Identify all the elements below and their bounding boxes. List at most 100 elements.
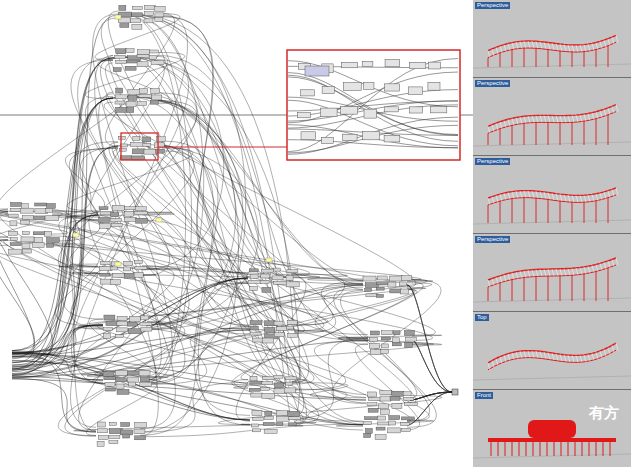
component-node[interactable] bbox=[22, 249, 31, 253]
component-node[interactable] bbox=[253, 417, 264, 420]
component-node[interactable] bbox=[115, 335, 123, 338]
component-node[interactable] bbox=[103, 328, 112, 331]
component-node[interactable] bbox=[249, 287, 257, 291]
viewport-label[interactable]: Top bbox=[475, 314, 489, 321]
component-node[interactable] bbox=[365, 428, 372, 433]
component-node[interactable] bbox=[132, 149, 145, 154]
component-node[interactable] bbox=[105, 388, 115, 391]
component-node[interactable] bbox=[405, 343, 413, 348]
component-node[interactable] bbox=[381, 344, 388, 348]
component-node[interactable] bbox=[152, 95, 162, 100]
component-node[interactable] bbox=[150, 100, 158, 104]
component-node[interactable] bbox=[263, 338, 274, 343]
component-node[interactable] bbox=[403, 392, 411, 396]
component-node[interactable] bbox=[155, 18, 163, 22]
component-node[interactable] bbox=[113, 273, 125, 277]
component-node[interactable] bbox=[381, 337, 390, 340]
component-node[interactable] bbox=[46, 243, 53, 247]
component-node[interactable] bbox=[392, 343, 401, 346]
component-node[interactable] bbox=[376, 427, 385, 430]
component-node[interactable] bbox=[370, 350, 381, 355]
component-node[interactable] bbox=[23, 232, 30, 235]
inset-node[interactable] bbox=[362, 61, 373, 66]
component-node[interactable] bbox=[155, 13, 164, 17]
component-node[interactable] bbox=[263, 377, 275, 380]
component-node[interactable] bbox=[113, 68, 121, 72]
component-node[interactable] bbox=[262, 393, 275, 398]
component-node[interactable] bbox=[393, 331, 400, 335]
component-node[interactable] bbox=[115, 370, 127, 375]
component-node[interactable] bbox=[274, 281, 287, 284]
component-node[interactable] bbox=[376, 287, 384, 290]
component-node[interactable] bbox=[377, 294, 384, 297]
component-node[interactable] bbox=[104, 377, 116, 380]
inset-node[interactable] bbox=[428, 82, 440, 90]
component-node[interactable] bbox=[110, 218, 121, 221]
component-node[interactable] bbox=[404, 330, 414, 335]
component-node[interactable] bbox=[46, 238, 59, 243]
component-node[interactable] bbox=[288, 411, 300, 416]
component-node[interactable] bbox=[9, 231, 18, 235]
component-node[interactable] bbox=[379, 404, 389, 409]
component-node[interactable] bbox=[124, 261, 133, 265]
component-node[interactable] bbox=[368, 392, 377, 397]
component-node[interactable] bbox=[120, 156, 131, 160]
component-node[interactable] bbox=[143, 143, 151, 146]
component-node[interactable] bbox=[251, 424, 258, 427]
scribble-note[interactable] bbox=[115, 262, 121, 266]
component-node[interactable] bbox=[252, 411, 262, 416]
component-node[interactable] bbox=[250, 381, 263, 384]
inset-node[interactable] bbox=[384, 84, 399, 91]
component-node[interactable] bbox=[405, 337, 416, 341]
component-node[interactable] bbox=[137, 62, 148, 67]
component-node[interactable] bbox=[149, 50, 158, 53]
component-node[interactable] bbox=[377, 416, 385, 420]
viewport[interactable]: Perspective bbox=[473, 156, 631, 233]
inset-node[interactable] bbox=[322, 87, 334, 94]
component-node[interactable] bbox=[119, 148, 126, 151]
component-node[interactable] bbox=[392, 404, 402, 409]
component-node[interactable] bbox=[35, 237, 43, 242]
component-node[interactable] bbox=[128, 329, 141, 334]
component-node[interactable] bbox=[401, 289, 409, 294]
component-node[interactable] bbox=[134, 272, 143, 277]
inset-node[interactable] bbox=[409, 62, 425, 68]
component-node[interactable] bbox=[286, 382, 293, 385]
component-node[interactable] bbox=[20, 208, 33, 213]
component-node[interactable] bbox=[144, 5, 155, 9]
viewport[interactable]: Perspective bbox=[473, 234, 631, 311]
component-node[interactable] bbox=[272, 276, 283, 280]
component-node[interactable] bbox=[143, 137, 151, 142]
component-node[interactable] bbox=[111, 280, 121, 285]
component-node[interactable] bbox=[10, 202, 21, 206]
inset-node[interactable] bbox=[343, 83, 361, 91]
component-node[interactable] bbox=[110, 267, 117, 270]
component-node[interactable] bbox=[32, 242, 44, 247]
component-node[interactable] bbox=[116, 88, 123, 93]
component-node[interactable] bbox=[20, 220, 29, 224]
component-node[interactable] bbox=[289, 423, 297, 426]
inset-node[interactable] bbox=[364, 83, 374, 90]
component-node[interactable] bbox=[140, 89, 148, 94]
component-node[interactable] bbox=[10, 238, 17, 241]
component-node[interactable] bbox=[264, 429, 277, 433]
component-node[interactable] bbox=[388, 428, 401, 433]
component-node[interactable] bbox=[249, 388, 260, 391]
component-node[interactable] bbox=[399, 282, 406, 286]
component-node[interactable] bbox=[141, 327, 152, 331]
component-node[interactable] bbox=[380, 396, 391, 401]
component-node[interactable] bbox=[131, 19, 141, 23]
component-node[interactable] bbox=[380, 409, 389, 414]
inset-node[interactable] bbox=[322, 137, 334, 143]
component-node[interactable] bbox=[133, 136, 140, 140]
component-node[interactable] bbox=[392, 338, 399, 343]
component-node[interactable] bbox=[287, 270, 298, 273]
component-node[interactable] bbox=[8, 214, 18, 217]
component-node[interactable] bbox=[140, 322, 152, 325]
component-node[interactable] bbox=[151, 61, 164, 65]
inset-node[interactable] bbox=[301, 132, 316, 140]
component-node[interactable] bbox=[274, 333, 284, 337]
component-node[interactable] bbox=[21, 237, 34, 242]
component-node[interactable] bbox=[127, 322, 137, 326]
component-node[interactable] bbox=[370, 331, 379, 335]
